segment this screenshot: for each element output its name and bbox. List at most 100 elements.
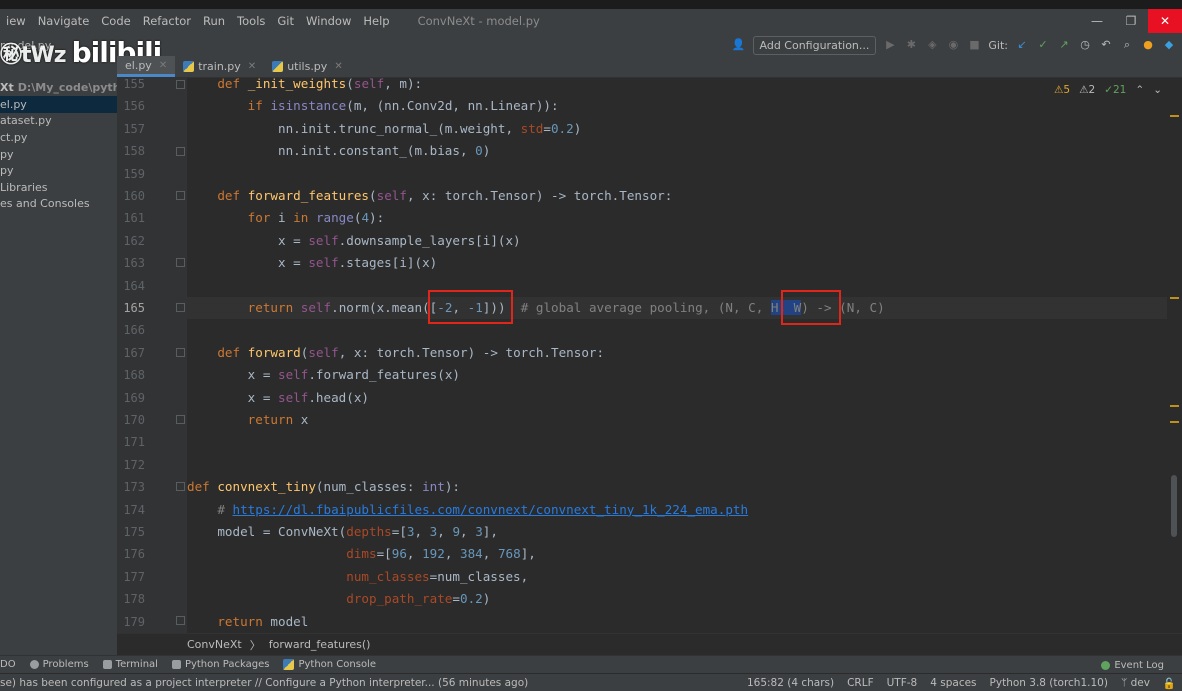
minimize-icon[interactable]: — xyxy=(1080,9,1114,33)
inspection-widget[interactable]: ⚠5 ⚠2 ✓21 ⌃ ⌄ xyxy=(1054,84,1162,96)
warning-marker[interactable] xyxy=(1170,297,1179,299)
tree-item[interactable]: model.py xyxy=(0,37,117,54)
weak-warning-count[interactable]: ⚠2 xyxy=(1079,84,1095,96)
problems-icon xyxy=(29,660,39,669)
add-configuration-button[interactable]: Add Configuration... xyxy=(752,35,877,55)
close-tab-icon[interactable]: ✕ xyxy=(159,60,167,71)
indent-setting[interactable]: 4 spaces xyxy=(930,677,976,689)
python-packages-tool[interactable]: Python Packages xyxy=(171,659,269,670)
close-tab-icon[interactable]: ✕ xyxy=(334,61,342,72)
line-number: 173 xyxy=(123,480,145,495)
plugin-icon[interactable]: ◆ xyxy=(1162,38,1176,52)
menu-refactor[interactable]: Refactor xyxy=(137,14,197,28)
tab-utils[interactable]: utils.py ✕ xyxy=(264,56,351,77)
window-controls: — ❐ ✕ xyxy=(1080,9,1182,33)
python-console-tool[interactable]: Python Console xyxy=(283,659,376,670)
menu-git[interactable]: Git xyxy=(271,14,300,28)
menu-run[interactable]: Run xyxy=(197,14,231,28)
warning-marker[interactable] xyxy=(1170,405,1179,407)
git-history-icon[interactable]: ◷ xyxy=(1078,38,1092,52)
update-icon[interactable]: ● xyxy=(1141,38,1155,52)
chevron-up-icon[interactable]: ⌃ xyxy=(1135,84,1144,96)
tree-item[interactable]: py xyxy=(0,146,117,163)
menu-view[interactable]: iew xyxy=(0,14,32,28)
python-interpreter[interactable]: Python 3.8 (torch1.10) xyxy=(990,677,1108,689)
git-update-icon[interactable]: ↙ xyxy=(1015,38,1029,52)
menu-window[interactable]: Window xyxy=(300,14,357,28)
tree-item[interactable]: ct.py xyxy=(0,129,117,146)
coverage-icon[interactable]: ◈ xyxy=(925,38,939,52)
warning-count[interactable]: ⚠5 xyxy=(1054,84,1070,96)
fold-icon[interactable] xyxy=(176,415,185,424)
event-log-tool[interactable]: Event Log xyxy=(1101,656,1164,674)
search-icon[interactable]: ⌕ xyxy=(1120,38,1134,52)
chevron-down-icon[interactable]: ⌄ xyxy=(1153,84,1162,96)
tree-item[interactable]: py xyxy=(0,162,117,179)
tree-item-project[interactable]: XtD:\My_code\pythonP xyxy=(0,79,117,96)
fold-icon[interactable] xyxy=(176,616,185,625)
fold-icon[interactable] xyxy=(176,147,185,156)
menu-tools[interactable]: Tools xyxy=(231,14,271,28)
caret-position[interactable]: 165:82 (4 chars) xyxy=(747,677,834,689)
stop-icon[interactable]: ■ xyxy=(967,38,981,52)
run-icon[interactable]: ▶ xyxy=(883,38,897,52)
code-line: # https://dl.fbaipublicfiles.com/convnex… xyxy=(217,501,749,517)
fold-icon[interactable] xyxy=(176,348,185,357)
terminal-tool[interactable]: Terminal xyxy=(102,659,158,670)
line-number: 165 xyxy=(123,301,145,315)
scrollbar-thumb[interactable] xyxy=(1171,475,1177,537)
tab-train[interactable]: train.py ✕ xyxy=(175,56,264,77)
line-number: 167 xyxy=(123,345,145,360)
user-icon[interactable]: 👤 xyxy=(732,38,746,52)
code-editor[interactable]: def _init_weights(self, m): if isinstanc… xyxy=(187,78,1167,633)
tab-label: el.py xyxy=(125,58,152,72)
restore-icon[interactable]: ❐ xyxy=(1114,9,1148,33)
tree-item-selected[interactable]: el.py xyxy=(0,96,117,113)
lock-icon[interactable]: 🔓 xyxy=(1163,677,1176,690)
breadcrumb-method[interactable]: forward_features() xyxy=(269,638,371,651)
breadcrumb-class[interactable]: ConvNeXt xyxy=(187,638,242,651)
code-line: def forward(self, x: torch.Tensor) -> to… xyxy=(217,344,605,360)
status-bar: se) has been configured as a project int… xyxy=(0,673,1182,691)
line-number: 166 xyxy=(123,323,145,338)
line-number: 164 xyxy=(123,278,145,293)
file-encoding[interactable]: UTF-8 xyxy=(887,677,918,689)
close-icon[interactable]: ✕ xyxy=(1148,9,1182,33)
tab-label: utils.py xyxy=(287,60,328,73)
fold-icon[interactable] xyxy=(176,482,185,491)
fold-icon[interactable] xyxy=(176,258,185,267)
todo-tool[interactable]: DO xyxy=(0,659,16,670)
fold-icon[interactable] xyxy=(176,303,185,312)
line-number: 157 xyxy=(123,121,145,136)
code-line: if isinstance(m, (nn.Conv2d, nn.Linear))… xyxy=(247,98,559,114)
tab-label: train.py xyxy=(198,60,241,73)
menu-navigate[interactable]: Navigate xyxy=(32,14,96,28)
fold-icon[interactable] xyxy=(176,80,185,89)
profile-icon[interactable]: ◉ xyxy=(946,38,960,52)
warning-marker[interactable] xyxy=(1170,115,1179,117)
line-separator[interactable]: CRLF xyxy=(847,677,874,689)
typo-count[interactable]: ✓21 xyxy=(1104,84,1126,96)
git-branch[interactable]: ᛘ dev xyxy=(1121,677,1150,689)
editor-tabs: el.py ✕ train.py ✕ utils.py ✕ xyxy=(117,56,1182,78)
close-tab-icon[interactable]: ✕ xyxy=(248,61,256,72)
tree-item-scratches[interactable]: es and Consoles xyxy=(0,195,117,212)
code-line: x = self.stages[i](x) xyxy=(187,255,438,271)
tree-item-libraries[interactable]: Libraries xyxy=(0,179,117,196)
line-number: 160 xyxy=(123,189,145,203)
status-message[interactable]: se) has been configured as a project int… xyxy=(0,677,528,689)
git-rollback-icon[interactable]: ↶ xyxy=(1099,38,1113,52)
editor-scrollbar[interactable] xyxy=(1167,78,1182,633)
menu-help[interactable]: Help xyxy=(357,14,395,28)
git-push-icon[interactable]: ↗ xyxy=(1057,38,1071,52)
problems-tool[interactable]: Problems xyxy=(29,659,89,670)
debug-icon[interactable]: ✱ xyxy=(904,38,918,52)
tree-item[interactable]: ataset.py xyxy=(0,112,117,129)
warning-marker[interactable] xyxy=(1170,421,1179,423)
menu-code[interactable]: Code xyxy=(95,14,136,28)
fold-icon[interactable] xyxy=(176,191,185,200)
tool-label: Event Log xyxy=(1114,659,1164,671)
git-commit-icon[interactable]: ✓ xyxy=(1036,38,1050,52)
